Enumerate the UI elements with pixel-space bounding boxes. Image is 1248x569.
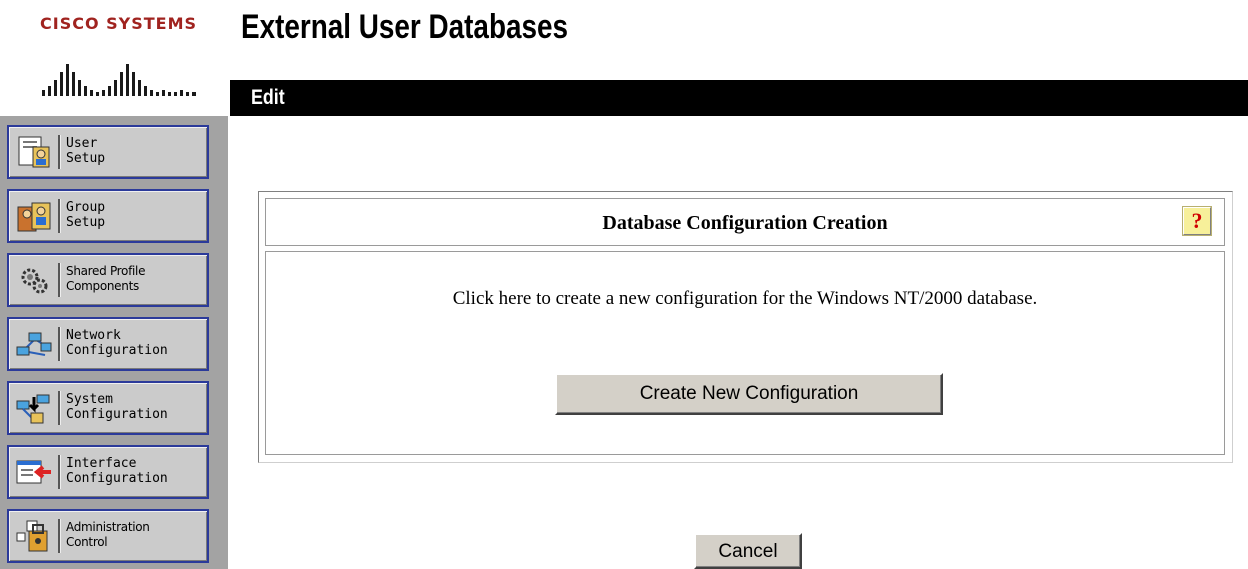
nav-network-configuration-button[interactable]: Network Configuration <box>7 317 209 371</box>
nav-separator <box>58 263 61 297</box>
section-bar: Edit <box>230 80 1248 116</box>
cisco-logo-text: CISCO SYSTEMS <box>40 14 198 33</box>
nav-interface-configuration-label: Interface Configuration <box>66 456 168 486</box>
cisco-bridge-icon <box>42 64 196 96</box>
system-configuration-icon <box>16 394 50 424</box>
nav-administration-control-label: Administration Control <box>66 520 150 549</box>
administration-control-icon <box>16 520 48 552</box>
section-label: Edit <box>251 86 285 109</box>
interface-configuration-icon <box>16 460 51 484</box>
nav-separator <box>58 519 61 553</box>
nav-shared-profile-components-button[interactable]: Shared Profile Components <box>7 253 209 307</box>
left-column: CISCO SYSTEMS User Setup Group Setup Sha… <box>0 0 228 569</box>
user-setup-icon <box>18 136 50 168</box>
nav-separator <box>58 391 61 425</box>
nav-shared-profile-components-label: Shared Profile Components <box>66 264 146 293</box>
table-body: Click here to create a new configuration… <box>265 251 1225 455</box>
instruction-text: Click here to create a new configuration… <box>452 288 1038 309</box>
help-button[interactable]: ? <box>1182 206 1212 236</box>
database-configuration-table: Database Configuration Creation ? Click … <box>258 191 1233 463</box>
nav-system-configuration-button[interactable]: System Configuration <box>7 381 209 435</box>
nav-separator <box>58 135 61 169</box>
nav-separator <box>58 199 61 233</box>
navigation-panel: User Setup Group Setup Shared Profile Co… <box>0 116 228 569</box>
nav-group-setup-button[interactable]: Group Setup <box>7 189 209 243</box>
cancel-button[interactable]: Cancel <box>694 533 802 569</box>
page-title: External User Databases <box>241 8 569 46</box>
table-title: Database Configuration Creation <box>602 212 888 234</box>
shared-profile-icon <box>21 268 48 294</box>
table-header: Database Configuration Creation ? <box>265 198 1225 246</box>
network-configuration-icon <box>16 332 52 356</box>
nav-administration-control-button[interactable]: Administration Control <box>7 509 209 563</box>
nav-network-configuration-label: Network Configuration <box>66 328 168 358</box>
nav-separator <box>58 455 61 489</box>
nav-separator <box>58 327 61 361</box>
nav-user-setup-button[interactable]: User Setup <box>7 125 209 179</box>
nav-system-configuration-label: System Configuration <box>66 392 168 422</box>
group-setup-icon <box>17 202 51 232</box>
nav-user-setup-label: User Setup <box>66 136 106 166</box>
create-new-configuration-button[interactable]: Create New Configuration <box>555 373 943 415</box>
nav-interface-configuration-button[interactable]: Interface Configuration <box>7 445 209 499</box>
nav-group-setup-label: Group Setup <box>66 200 106 230</box>
cisco-logo: CISCO SYSTEMS <box>26 8 206 98</box>
